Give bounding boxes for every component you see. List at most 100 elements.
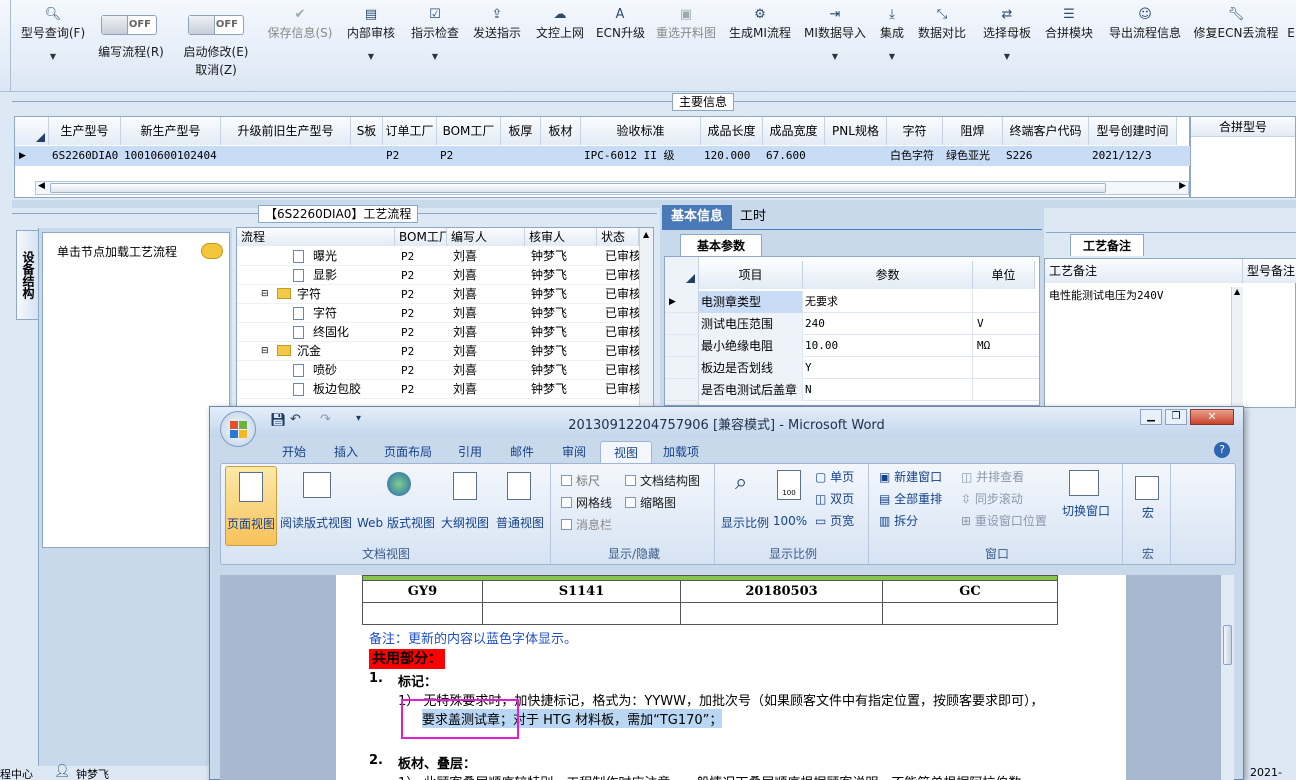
outline-button[interactable]: 大纲视图 <box>439 514 491 531</box>
table-row[interactable]: 显影 P2 刘喜 钟梦飞 已审核 <box>237 266 641 285</box>
help-icon[interactable]: ? <box>1214 442 1230 458</box>
main-info-cell[interactable]: P2 <box>386 146 436 166</box>
table-row[interactable]: 最小绝缘电阻 10.00 MΩ <box>665 335 1039 357</box>
restore-icon[interactable]: ❐ <box>1165 409 1187 425</box>
main-info-cell[interactable] <box>544 146 580 166</box>
table-row[interactable]: 字符 P2 刘喜 钟梦飞 已审核 <box>237 304 641 323</box>
merge-button[interactable]: ☰ 合拼模块 <box>1042 6 1096 86</box>
main-info-cell[interactable]: 2021/12/3 <box>1092 146 1176 166</box>
tab-ribbon-7[interactable]: 加载项 <box>652 441 710 463</box>
table-row[interactable]: ⊟ 沉金 P2 刘喜 钟梦飞 已审核 <box>237 342 641 361</box>
minimize-icon[interactable]: ▁ <box>1140 409 1162 425</box>
tab-ribbon-3[interactable]: 引用 <box>444 441 496 463</box>
tab-ribbon-2[interactable]: 页面布局 <box>372 441 444 463</box>
upload-button[interactable]: ☁ 文控上网 <box>533 6 587 86</box>
zoom-100-button[interactable]: 100% <box>771 514 809 528</box>
tab-work-hours[interactable]: 工时 <box>736 205 770 229</box>
param-value[interactable]: N <box>805 379 973 401</box>
vertical-scrollbar[interactable]: ▲ <box>639 228 653 406</box>
send-instruct-button[interactable]: ⇪ 发送指示 <box>470 6 524 86</box>
tab-view[interactable]: 视图 <box>600 441 652 464</box>
table-row[interactable]: 曝光 P2 刘喜 钟梦飞 已审核 <box>237 247 641 266</box>
tab-ribbon-4[interactable]: 邮件 <box>496 441 548 463</box>
main-info-cell[interactable] <box>828 146 886 166</box>
message-bar-checkbox[interactable]: 消息栏 <box>561 516 612 533</box>
ruler-checkbox[interactable]: 标尺 <box>561 472 600 489</box>
scrollbar-thumb[interactable] <box>50 183 1106 193</box>
document-scrollbar[interactable] <box>1220 575 1234 780</box>
main-info-cell[interactable]: 67.600 <box>766 146 824 166</box>
start-modify-toggle[interactable]: OFF <box>188 15 244 35</box>
main-info-cell[interactable] <box>224 146 350 166</box>
param-value[interactable]: 240 <box>805 313 973 335</box>
internal-review-button[interactable]: ▤ 内部审核 ▼ <box>344 6 398 86</box>
compare-button[interactable]: ⤡ 数据对比 <box>916 6 968 86</box>
one-page-button[interactable]: ▢ 单页 <box>815 468 854 485</box>
mi-import-button[interactable]: ⇥ MI数据导入 ▼ <box>803 6 867 86</box>
word-window[interactable]: 💾︎ ↶ ↷ ▾ 20130912204757906 [兼容模式] - Micr… <box>209 406 1244 780</box>
zoom-button[interactable]: 显示比例 <box>719 514 771 531</box>
reading-layout-button[interactable]: 阅读版式视图 <box>279 514 353 531</box>
collapse-icon[interactable]: ⊟ <box>261 285 269 304</box>
table-row[interactable]: ▶ 电测章类型 无要求 <box>665 291 1039 313</box>
write-flow-toggle[interactable]: OFF <box>101 15 157 35</box>
export-flow-button[interactable]: ☺ 导出流程信息 <box>1106 6 1184 86</box>
param-value[interactable]: 10.00 <box>805 335 973 357</box>
arrange-all-button[interactable]: ▤ 全部重排 <box>879 490 942 507</box>
main-info-cell[interactable] <box>504 146 540 166</box>
main-info-cell[interactable]: 6S2260DIA0 <box>52 146 120 166</box>
notes-text[interactable]: 电性能测试电压为240V <box>1049 287 1164 303</box>
main-info-cell[interactable]: 绿色亚光 <box>946 146 1002 166</box>
doc-note[interactable]: 备注：更新的内容以蓝色字体显示。 <box>369 628 577 647</box>
page-width-button[interactable]: ▭ 页宽 <box>815 512 854 529</box>
param-value[interactable]: 无要求 <box>805 291 973 313</box>
save-button[interactable]: ✔ 保存信息(S) <box>264 6 336 86</box>
select-master-button[interactable]: ⇄ 选择母板 ▼ <box>980 6 1034 86</box>
scroll-left-icon[interactable]: ◀ <box>38 181 45 191</box>
gridlines-checkbox[interactable]: 网格线 <box>561 494 612 511</box>
main-info-cell[interactable]: S226 <box>1006 146 1088 166</box>
scroll-right-icon[interactable]: ▶ <box>1179 181 1186 191</box>
macro-button[interactable]: 宏 <box>1125 504 1171 521</box>
ecn-upgrade-button[interactable]: A ECN升级 <box>596 6 645 86</box>
query-button[interactable]: 🔍︎ 型号查询(F) ▼ <box>18 6 88 86</box>
main-info-cell[interactable]: P2 <box>440 146 500 166</box>
tab-ribbon-5[interactable]: 审阅 <box>548 441 600 463</box>
thumbnails-checkbox[interactable]: 缩略图 <box>625 494 676 511</box>
main-info-cell[interactable] <box>354 146 382 166</box>
fix-ecn-button[interactable]: 🔧︎ 修复ECN丢流程 <box>1193 6 1279 86</box>
draft-button[interactable]: 普通视图 <box>493 514 547 531</box>
horizontal-scrollbar[interactable]: ◀ ▶ <box>35 181 1189 195</box>
doc-s2-line1[interactable]: 1） 此顾客叠层顺序较特别，工程制作时应注意，一般情况下叠层顺序根据顾客说明，不… <box>398 772 1021 780</box>
tab-ribbon-1[interactable]: 插入 <box>320 441 372 463</box>
main-info-cell[interactable]: 120.000 <box>704 146 762 166</box>
more-button[interactable]: E <box>1286 6 1296 86</box>
gen-mi-button[interactable]: ⚙ 生成MI流程 <box>728 6 792 86</box>
notes-scrollbar[interactable]: ▲ <box>1231 287 1243 407</box>
doc-s2-heading[interactable]: 板材、叠层： <box>398 753 476 772</box>
table-row[interactable]: 终固化 P2 刘喜 钟梦飞 已审核 <box>237 323 641 342</box>
document-page[interactable]: GY9 S1141 20180503 GC 备注：更新的内容以蓝色字体显示。 共用部分… <box>336 575 1126 780</box>
table-row[interactable]: 测试电压范围 240 V <box>665 313 1039 335</box>
table-row[interactable]: 板边是否划线 Y <box>665 357 1039 379</box>
reset-window-button[interactable]: ⊞ 重设窗口位置 <box>961 512 1047 529</box>
tab-basic-info[interactable]: 基本信息 <box>662 205 732 229</box>
doc-s1-heading[interactable]: 标记： <box>398 671 437 690</box>
doc-common-heading[interactable]: 共用部分： <box>369 649 445 669</box>
table-row[interactable]: ⊟ 字符 P2 刘喜 钟梦飞 已审核 <box>237 285 641 304</box>
main-info-cell[interactable]: 白色字符 <box>890 146 942 166</box>
sync-scroll-button[interactable]: ⇳ 同步滚动 <box>961 490 1023 507</box>
document-scroll-thumb[interactable] <box>1223 625 1232 665</box>
split-button[interactable]: ▥ 拆分 <box>879 512 918 529</box>
param-value[interactable]: Y <box>805 357 973 379</box>
table-row[interactable]: 是否电测试后盖章 N <box>665 379 1039 401</box>
integrate-button[interactable]: ⤓ 集成 ▼ <box>876 6 908 86</box>
close-icon[interactable]: ✕ <box>1190 409 1234 425</box>
side-by-side-button[interactable]: ◫ 并排查看 <box>961 468 1024 485</box>
scroll-up-icon[interactable]: ▲ <box>643 230 649 239</box>
instruct-check-button[interactable]: ☑ 指示检查 ▼ <box>407 6 463 86</box>
reselect-button[interactable]: ▣ 重选开料图 <box>654 6 718 86</box>
main-info-cell[interactable]: 10010600102404 <box>124 146 220 166</box>
main-info-cell[interactable]: IPC-6012 II 级 <box>584 146 700 166</box>
collapse-icon[interactable]: ⊟ <box>261 342 269 361</box>
